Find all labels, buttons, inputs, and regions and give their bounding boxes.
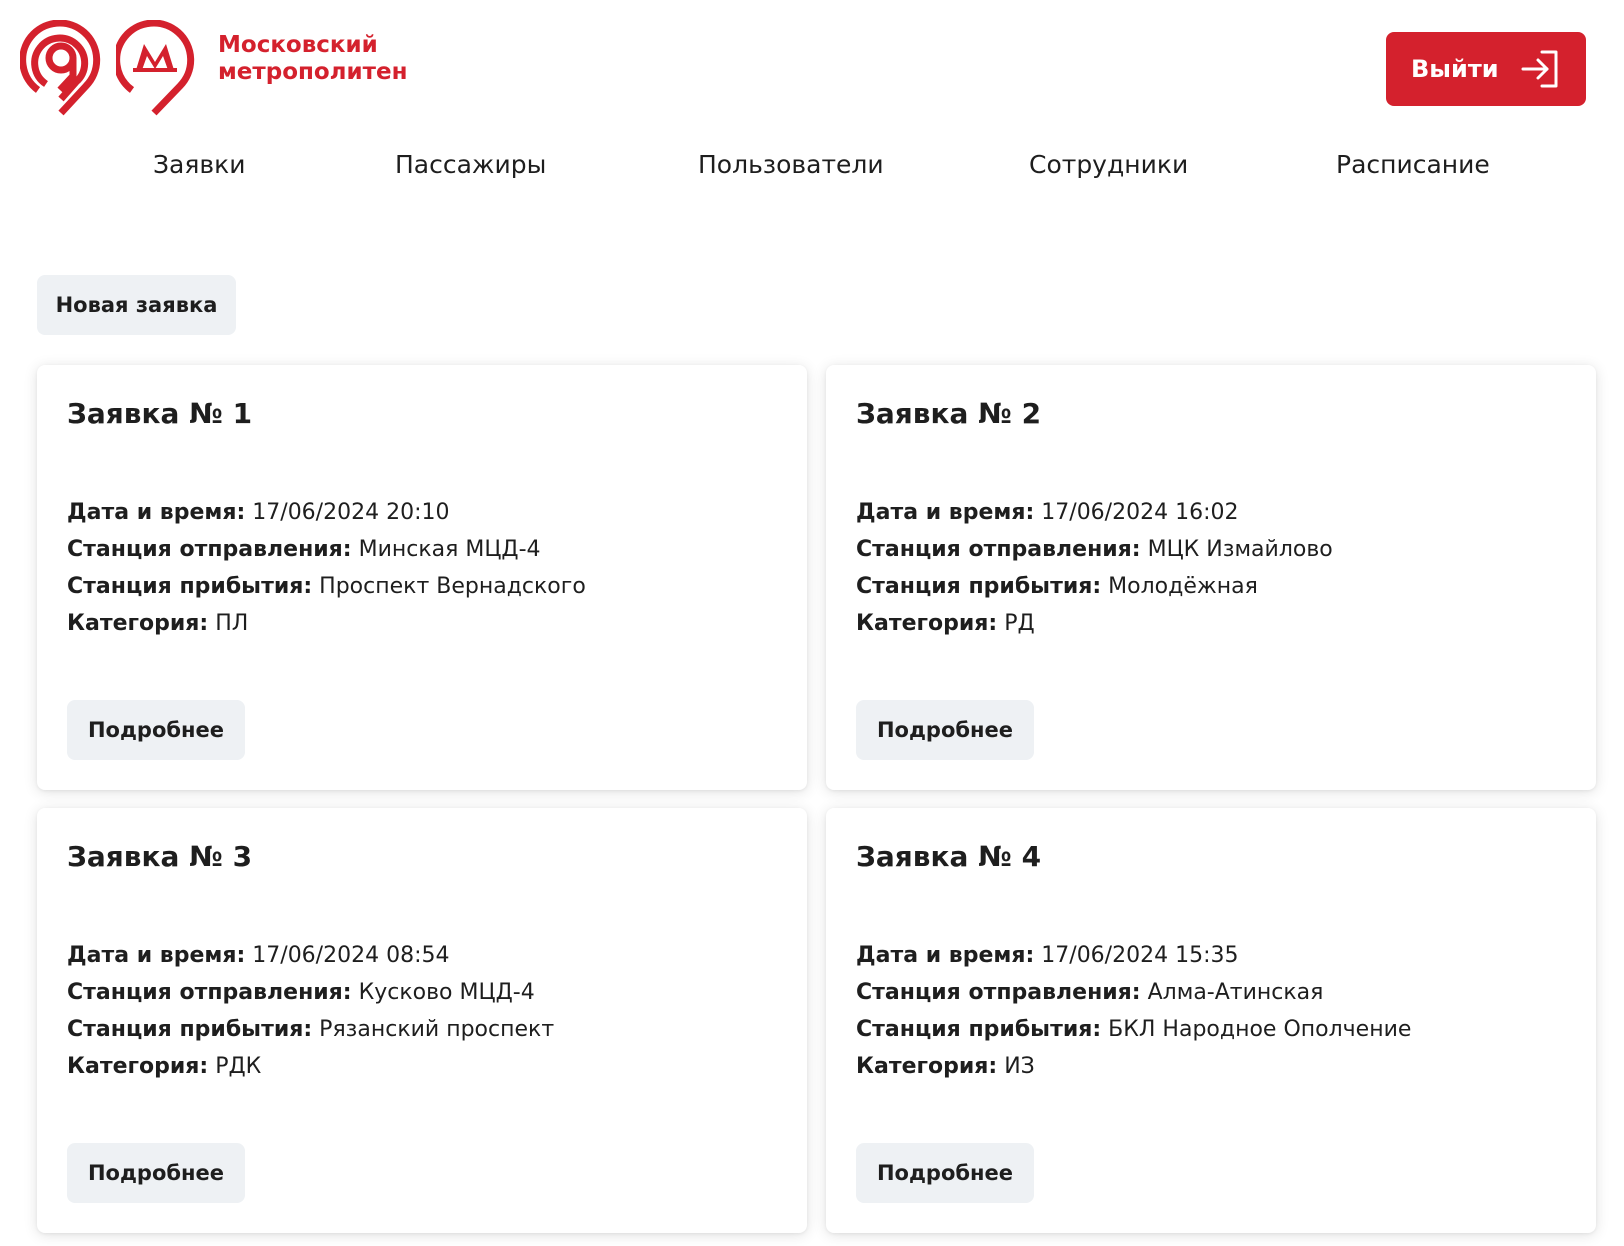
logout-arrow-icon [1521, 50, 1558, 88]
card-fields: Дата и время: 17/06/2024 16:02 Станция о… [856, 494, 1333, 642]
card-fields: Дата и время: 17/06/2024 20:10 Станция о… [67, 494, 586, 642]
brand-name: Московский метрополитен [218, 32, 407, 86]
request-card: Заявка № 4 Дата и время: 17/06/2024 15:3… [826, 808, 1596, 1233]
field-label: Дата и время: [856, 943, 1035, 968]
card-fields: Дата и время: 17/06/2024 08:54 Станция о… [67, 937, 554, 1085]
field-label: Станция отправления: [67, 980, 352, 1005]
field-category: Категория: РДК [67, 1048, 554, 1085]
field-label: Дата и время: [856, 500, 1035, 525]
field-category: Категория: ИЗ [856, 1048, 1411, 1085]
field-category: Категория: ПЛ [67, 605, 586, 642]
field-label: Категория: [67, 611, 209, 636]
field-value: 17/06/2024 08:54 [252, 943, 450, 968]
details-button[interactable]: Подробнее [67, 700, 245, 760]
card-title: Заявка № 4 [856, 840, 1042, 873]
nav-item-users[interactable]: Пользователи [698, 150, 884, 184]
field-label: Станция прибытия: [67, 574, 313, 599]
field-label: Категория: [856, 1054, 998, 1079]
request-card: Заявка № 1 Дата и время: 17/06/2024 20:1… [37, 365, 807, 790]
field-value: Минская МЦД-4 [358, 537, 541, 562]
field-value: 17/06/2024 16:02 [1041, 500, 1239, 525]
field-value: ПЛ [215, 611, 249, 636]
details-button[interactable]: Подробнее [856, 1143, 1034, 1203]
field-value: Проспект Вернадского [319, 574, 586, 599]
request-card: Заявка № 2 Дата и время: 17/06/2024 16:0… [826, 365, 1596, 790]
field-datetime: Дата и время: 17/06/2024 08:54 [67, 937, 554, 974]
field-value: Алма-Атинская [1147, 980, 1324, 1005]
field-value: Рязанский проспект [319, 1017, 555, 1042]
field-value: 17/06/2024 20:10 [252, 500, 450, 525]
field-value: Молодёжная [1108, 574, 1258, 599]
brand-line-2: метрополитен [218, 59, 408, 85]
field-label: Категория: [67, 1054, 209, 1079]
details-button[interactable]: Подробнее [856, 700, 1034, 760]
field-label: Станция прибытия: [856, 1017, 1102, 1042]
field-to: Станция прибытия: Проспект Вернадского [67, 568, 586, 605]
request-card: Заявка № 3 Дата и время: 17/06/2024 08:5… [37, 808, 807, 1233]
field-from: Станция отправления: МЦК Измайлово [856, 531, 1333, 568]
nav-item-schedule[interactable]: Расписание [1336, 150, 1490, 184]
nav-item-requests[interactable]: Заявки [153, 150, 245, 184]
field-value: Кусково МЦД-4 [358, 980, 535, 1005]
field-datetime: Дата и время: 17/06/2024 15:35 [856, 937, 1411, 974]
field-label: Категория: [856, 611, 998, 636]
field-value: ИЗ [1004, 1054, 1035, 1079]
logo[interactable]: Московский метрополитен [20, 20, 407, 116]
logout-label: Выйти [1411, 55, 1499, 83]
field-label: Станция отправления: [856, 980, 1141, 1005]
field-to: Станция прибытия: БКЛ Народное Ополчение [856, 1011, 1411, 1048]
nav-item-passengers[interactable]: Пассажиры [395, 150, 546, 184]
field-value: МЦК Измайлово [1147, 537, 1333, 562]
nav-item-employees[interactable]: Сотрудники [1029, 150, 1188, 184]
field-label: Дата и время: [67, 500, 246, 525]
field-datetime: Дата и время: 17/06/2024 16:02 [856, 494, 1333, 531]
field-from: Станция отправления: Кусково МЦД-4 [67, 974, 554, 1011]
logout-button[interactable]: Выйти [1386, 32, 1586, 106]
field-label: Станция отправления: [67, 537, 352, 562]
page: Московский метрополитен Выйти Заявки Пас… [0, 0, 1624, 1246]
field-label: Станция отправления: [856, 537, 1141, 562]
field-label: Станция прибытия: [856, 574, 1102, 599]
field-value: 17/06/2024 15:35 [1041, 943, 1239, 968]
field-value: БКЛ Народное Ополчение [1108, 1017, 1412, 1042]
card-title: Заявка № 1 [67, 397, 253, 430]
card-fields: Дата и время: 17/06/2024 15:35 Станция о… [856, 937, 1411, 1085]
brand-line-1: Московский [218, 32, 378, 58]
field-datetime: Дата и время: 17/06/2024 20:10 [67, 494, 586, 531]
field-to: Станция прибытия: Молодёжная [856, 568, 1333, 605]
field-value: РД [1004, 611, 1035, 636]
metro-pin-icon [20, 20, 101, 116]
field-to: Станция прибытия: Рязанский проспект [67, 1011, 554, 1048]
card-title: Заявка № 2 [856, 397, 1042, 430]
field-from: Станция отправления: Алма-Атинская [856, 974, 1411, 1011]
field-category: Категория: РД [856, 605, 1333, 642]
card-title: Заявка № 3 [67, 840, 253, 873]
new-request-button[interactable]: Новая заявка [37, 275, 236, 335]
field-value: РДК [215, 1054, 262, 1079]
metro-m-logo-icon [116, 20, 195, 116]
field-label: Дата и время: [67, 943, 246, 968]
field-from: Станция отправления: Минская МЦД-4 [67, 531, 586, 568]
details-button[interactable]: Подробнее [67, 1143, 245, 1203]
field-label: Станция прибытия: [67, 1017, 313, 1042]
